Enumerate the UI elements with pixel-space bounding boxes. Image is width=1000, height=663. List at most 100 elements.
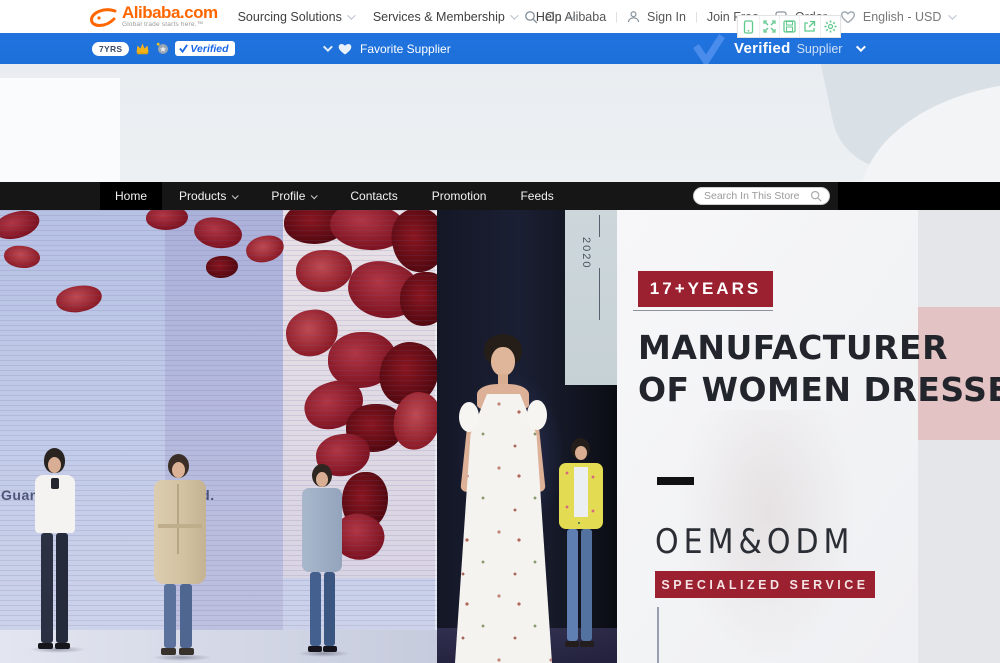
- model-face: [316, 472, 328, 487]
- model-leg: [180, 584, 192, 648]
- store-search-input[interactable]: [704, 190, 810, 202]
- model-bow: [51, 478, 59, 489]
- tab-home[interactable]: Home: [100, 182, 162, 210]
- store-nav: Home Products Profile Contacts Promotion…: [0, 182, 1000, 210]
- model-coat: [154, 480, 206, 584]
- tab-contacts[interactable]: Contacts: [333, 182, 414, 210]
- tab-products[interactable]: Products: [162, 182, 254, 210]
- save-icon[interactable]: [779, 16, 799, 37]
- chevron-down-icon: [232, 192, 239, 199]
- tab-label: Promotion: [432, 189, 487, 203]
- main-banner[interactable]: Guang t td.: [0, 210, 1000, 663]
- brand-name: Alibaba.com: [122, 4, 218, 21]
- tab-label: Home: [115, 189, 147, 203]
- search-icon[interactable]: [524, 10, 538, 24]
- dress-ruffle: [527, 400, 547, 430]
- check-icon: [179, 44, 188, 53]
- nav-sourcing-solutions[interactable]: Sourcing Solutions: [238, 10, 353, 24]
- chevron-down-icon: [510, 11, 518, 19]
- verified-badge[interactable]: Verified: [175, 41, 234, 56]
- nav-filler: [838, 182, 1000, 210]
- verified-supplier-light[interactable]: Supplier: [797, 42, 843, 56]
- crown-icon: [135, 42, 150, 55]
- model-shadow: [298, 650, 350, 657]
- favorite-heart-icon[interactable]: [337, 42, 353, 56]
- chevron-down-icon[interactable]: [323, 42, 333, 52]
- model-shoe: [580, 641, 594, 647]
- chevron-down-icon: [347, 11, 355, 19]
- tab-feeds[interactable]: Feeds: [503, 182, 570, 210]
- runway-photo: Guang t td.: [0, 210, 617, 663]
- dash-accent: [657, 477, 694, 485]
- verified-supplier-bold[interactable]: Verified: [734, 40, 791, 57]
- tab-label: Profile: [271, 189, 305, 203]
- banner-panel: 17+YEARS MANUFACTURER OF WOMEN DRESSES O…: [617, 210, 1000, 663]
- model-face: [48, 457, 61, 473]
- banner-title: MANUFACTURER OF WOMEN DRESSES: [638, 327, 1000, 411]
- locale-selector[interactable]: English - USD: [863, 10, 942, 24]
- nav-label: Services & Membership: [373, 10, 505, 24]
- banner-service-bar: SPECIALIZED SERVICE: [655, 571, 875, 598]
- medal-icon: [156, 42, 169, 55]
- alibaba-logo[interactable]: Alibaba.com Global trade starts here.™: [88, 4, 218, 29]
- supplier-bar: 7YRS Verified Favorite Supplier: [0, 33, 1000, 64]
- export-icon[interactable]: [799, 16, 819, 37]
- badge-underline: [633, 310, 773, 311]
- sign-in-link[interactable]: Sign In: [647, 10, 686, 24]
- model-leg: [310, 572, 321, 646]
- overlay-toolbar: [737, 15, 841, 38]
- model-shadow: [30, 646, 86, 653]
- model-leg: [56, 533, 68, 643]
- chevron-down-icon: [311, 192, 318, 199]
- model-leg: [324, 572, 335, 646]
- dress-ruffle: [459, 402, 479, 432]
- model-shoe: [565, 641, 579, 647]
- nav-services-membership[interactable]: Services & Membership: [373, 10, 516, 24]
- tab-label: Feeds: [520, 189, 553, 203]
- tab-promotion[interactable]: Promotion: [415, 182, 504, 210]
- model-sweater: [302, 488, 342, 572]
- years-banner-badge: 17+YEARS: [638, 271, 773, 307]
- banner-title-line2: OF WOMEN DRESSES: [638, 369, 1000, 411]
- year-line: [599, 215, 600, 237]
- divider: |: [613, 11, 620, 23]
- model-face: [491, 347, 515, 376]
- verified-badge-label: Verified: [190, 43, 228, 55]
- tab-profile[interactable]: Profile: [254, 182, 333, 210]
- model-face: [575, 446, 587, 460]
- settings-icon[interactable]: [820, 16, 840, 37]
- alibaba-swoosh-icon: [88, 7, 118, 29]
- heart-icon[interactable]: [840, 10, 856, 24]
- years-badge[interactable]: 7YRS: [92, 42, 129, 56]
- hero-shape: [0, 78, 120, 182]
- on-alibaba-link[interactable]: On Alibaba: [545, 10, 606, 24]
- verified-watermark-icon: [692, 34, 726, 64]
- search-icon[interactable]: [810, 190, 822, 202]
- divider: |: [693, 11, 700, 23]
- brand-tagline: Global trade starts here.™: [122, 22, 218, 29]
- favorite-supplier-link[interactable]: Favorite Supplier: [360, 42, 451, 56]
- model-face: [172, 462, 185, 478]
- model-leg: [41, 533, 53, 643]
- mobile-icon[interactable]: [738, 16, 758, 37]
- store-search: [693, 187, 830, 205]
- model-coat-seam: [177, 484, 179, 554]
- user-icon: [627, 10, 640, 23]
- banner-title-line1: MANUFACTURER: [638, 327, 1000, 369]
- model-leg: [567, 529, 578, 641]
- top-header: Alibaba.com Global trade starts here.™ S…: [0, 0, 1000, 33]
- chevron-down-icon: [949, 11, 957, 19]
- expand-icon[interactable]: [759, 16, 779, 37]
- vertical-line: [657, 607, 659, 663]
- year-line: [599, 268, 600, 320]
- runway-model: [296, 464, 348, 656]
- model-leg: [581, 529, 592, 641]
- model-tank: [574, 467, 588, 517]
- runway-model-main: [437, 334, 570, 663]
- runway-model: [28, 448, 84, 652]
- tab-label: Products: [179, 189, 226, 203]
- year-label: 2020: [580, 237, 592, 269]
- runway-model: [554, 438, 610, 656]
- year-strip: 2020: [565, 210, 617, 385]
- chevron-down-icon[interactable]: [856, 42, 866, 52]
